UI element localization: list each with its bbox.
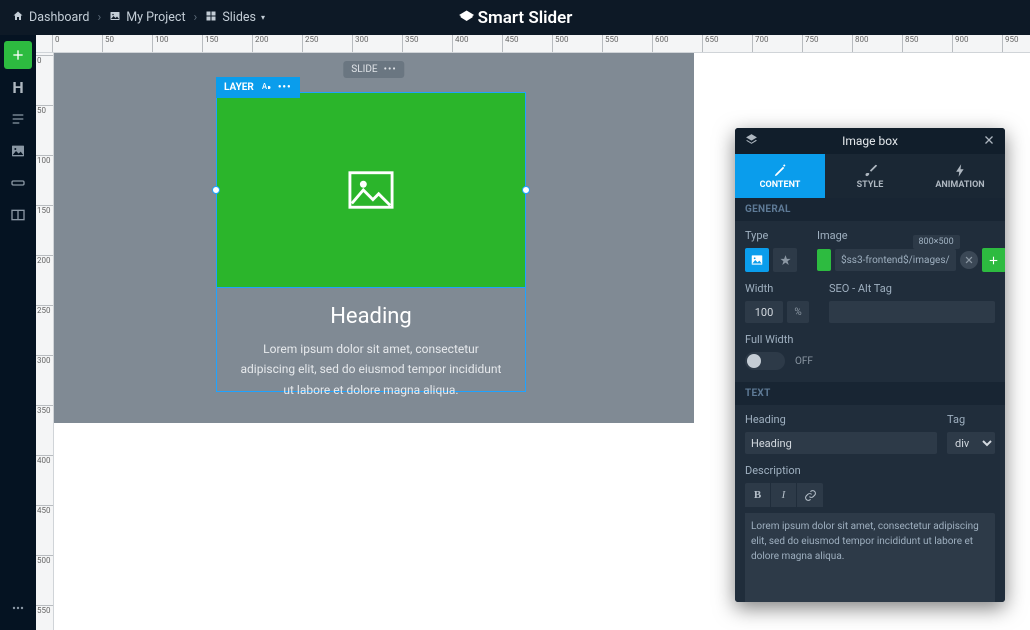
heading-tool[interactable]: H [4, 73, 32, 101]
layer-tag[interactable]: LAYER ••• [216, 77, 300, 98]
app-logo: Smart Slider [458, 8, 573, 28]
slide-tag[interactable]: SLIDE ••• [343, 61, 404, 78]
top-bar: Dashboard › My Project › Slides ▾ Smart … [0, 0, 1030, 35]
section-text: TEXT [735, 382, 1005, 405]
image-swatch[interactable] [817, 249, 831, 271]
breadcrumb-project[interactable]: My Project [109, 10, 185, 26]
tab-label: CONTENT [760, 180, 801, 190]
pencil-icon [773, 163, 788, 178]
plus-icon [987, 254, 1000, 267]
layers-icon [745, 133, 758, 149]
slide[interactable]: SLIDE ••• LAYER ••• Heading Lorem ipsum … [54, 53, 694, 423]
panel-titlebar[interactable]: Image box [735, 128, 1005, 154]
type-image-button[interactable] [745, 248, 769, 272]
layer-image-placeholder[interactable] [217, 93, 525, 288]
left-toolbar: H [0, 35, 36, 630]
fullwidth-toggle[interactable] [745, 352, 785, 370]
resize-handle-left[interactable] [212, 186, 220, 194]
logo-icon [458, 9, 476, 27]
image-path[interactable]: $ss3-frontend$/images/ [835, 249, 956, 271]
tab-content[interactable]: CONTENT [735, 154, 825, 198]
brush-icon [863, 163, 878, 178]
image-icon [109, 10, 121, 26]
link-icon [804, 489, 817, 502]
tag-label: Tag [947, 413, 995, 426]
home-icon [12, 10, 24, 26]
breadcrumb-dashboard[interactable]: Dashboard [12, 10, 89, 26]
add-image-button[interactable] [982, 248, 1005, 272]
seo-label: SEO - Alt Tag [829, 282, 995, 295]
width-input[interactable] [745, 301, 783, 323]
breadcrumb-slides[interactable]: Slides ▾ [205, 10, 265, 26]
more-icon[interactable]: ••• [278, 82, 292, 93]
breadcrumb-label: Dashboard [29, 10, 89, 25]
close-icon[interactable] [983, 134, 995, 149]
italic-button[interactable]: I [771, 483, 797, 507]
more-tool[interactable] [4, 594, 32, 622]
rte-toolbar: B I [745, 483, 995, 507]
image-icon [750, 253, 764, 267]
bold-button[interactable]: B [745, 483, 771, 507]
layer-description[interactable]: Lorem ipsum dolor sit amet, consectetur … [217, 329, 525, 400]
text-icon [260, 80, 272, 95]
slide-tag-label: SLIDE [351, 64, 377, 75]
resize-handle-right[interactable] [522, 186, 530, 194]
panel-scroll[interactable]: GENERAL Type Image 800×500 [735, 198, 1005, 602]
seo-input[interactable] [829, 301, 995, 323]
type-icon-button[interactable] [773, 248, 797, 272]
layer-heading[interactable]: Heading [217, 304, 525, 329]
type-label: Type [745, 229, 797, 242]
layer-tag-label: LAYER [224, 82, 254, 93]
button-tool[interactable] [4, 169, 32, 197]
width-label: Width [745, 282, 809, 295]
properties-panel: Image box CONTENT STYLE ANIMATION GENERA… [735, 128, 1005, 602]
tag-select[interactable]: div [947, 432, 995, 454]
image-placeholder-icon [348, 170, 394, 210]
more-icon[interactable]: ••• [384, 64, 397, 75]
description-label: Description [745, 464, 995, 477]
panel-tabs: CONTENT STYLE ANIMATION [735, 154, 1005, 198]
tab-label: STYLE [857, 180, 884, 190]
heading-input[interactable] [745, 432, 937, 454]
grid-icon [205, 10, 217, 26]
ruler-horizontal: 0 50 100 150 200 250 300 350 400 450 500… [36, 35, 1030, 53]
breadcrumb-label: My Project [126, 10, 185, 25]
chevron-right-icon: › [194, 10, 198, 25]
width-unit[interactable]: % [787, 301, 809, 323]
image-label: Image [817, 229, 1005, 242]
heading-label: Heading [745, 413, 937, 426]
text-tool[interactable] [4, 105, 32, 133]
columns-tool[interactable] [4, 201, 32, 229]
selected-layer[interactable]: Heading Lorem ipsum dolor sit amet, cons… [216, 92, 526, 392]
breadcrumbs: Dashboard › My Project › Slides ▾ [12, 10, 265, 26]
fullwidth-state: OFF [795, 356, 813, 367]
chevron-right-icon: › [97, 10, 101, 25]
clear-image-button[interactable] [960, 251, 978, 269]
image-tool[interactable] [4, 137, 32, 165]
star-icon [779, 254, 792, 267]
breadcrumb-label: Slides [222, 10, 256, 25]
tab-animation[interactable]: ANIMATION [915, 154, 1005, 198]
ruler-vertical: 0 50 100 150 200 250 300 350 400 450 500… [36, 53, 54, 630]
tab-style[interactable]: STYLE [825, 154, 915, 198]
description-input[interactable]: Lorem ipsum dolor sit amet, consectetur … [745, 513, 995, 602]
section-general: GENERAL [735, 198, 1005, 221]
panel-title: Image box [842, 134, 898, 148]
link-button[interactable] [797, 483, 823, 507]
caret-down-icon: ▾ [261, 13, 265, 22]
image-dimensions: 800×500 [913, 235, 960, 249]
logo-text: Smart Slider [478, 8, 573, 28]
fullwidth-label: Full Width [745, 333, 995, 346]
bolt-icon [953, 163, 968, 178]
tab-label: ANIMATION [935, 180, 984, 190]
add-button[interactable] [4, 41, 32, 69]
